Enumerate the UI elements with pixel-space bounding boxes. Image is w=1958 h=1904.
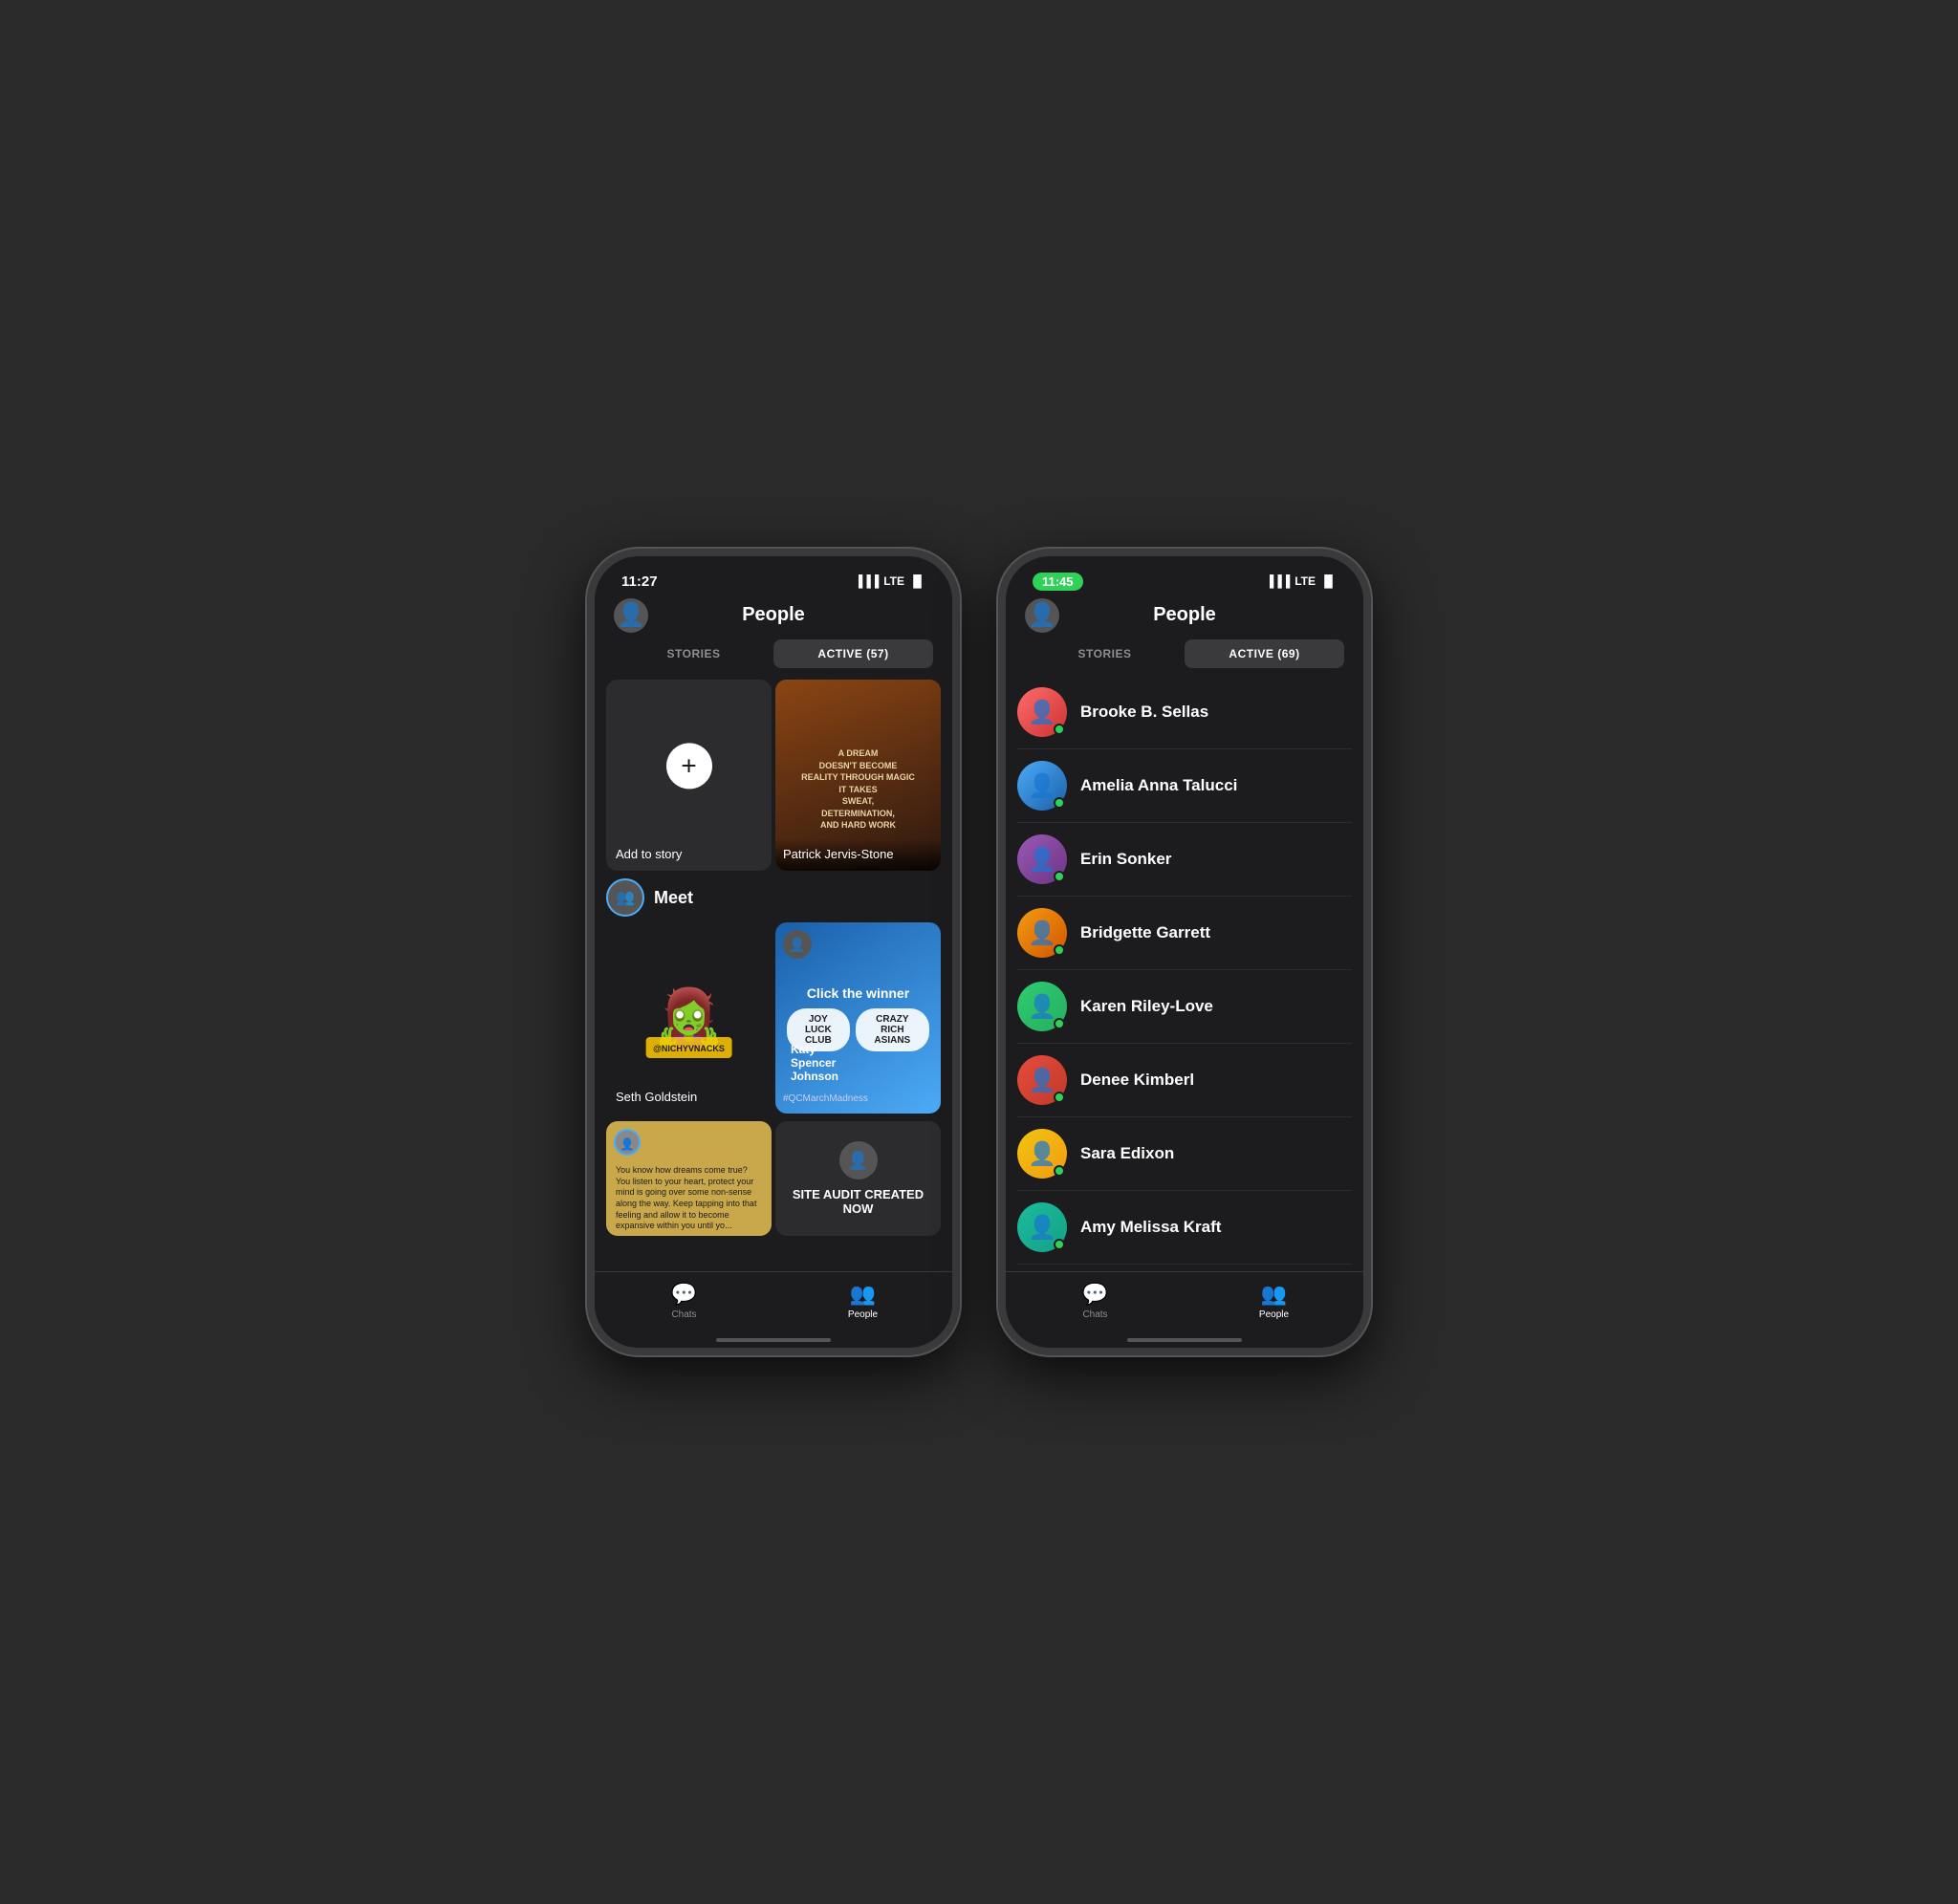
meet-section: 👥 Meet 🧟‍♀️ @NICHYVNACKS Seth Goldstein (595, 875, 952, 1117)
tab-stories-2[interactable]: STORIES (1025, 639, 1185, 668)
network-label-1: LTE (883, 574, 904, 588)
tab-active-1[interactable]: ACTIVE (57) (773, 639, 933, 668)
network-label-2: LTE (1294, 574, 1316, 588)
list-item[interactable]: 👤 Denee Kimberl (1017, 1044, 1352, 1117)
online-indicator (1054, 871, 1065, 882)
meet-avatar: 👥 (606, 878, 644, 917)
add-story-card[interactable]: + Add to story (606, 680, 772, 871)
quote-card[interactable]: 👤 You know how dreams come true? You lis… (606, 1121, 772, 1236)
avatar-wrap: 👤 (1017, 1129, 1067, 1179)
phone-2: 11:45 ▐▐▐ LTE ▐▌ 👤 People STORIES ACTIVE… (998, 549, 1371, 1355)
online-indicator (1054, 1018, 1065, 1029)
home-indicator-1 (716, 1338, 831, 1342)
list-item[interactable]: 👤 Bridgette Garrett (1017, 897, 1352, 970)
list-item[interactable]: 👤 Sara Edixon (1017, 1117, 1352, 1191)
list-item[interactable]: 👤 Karen Riley-Love (1017, 970, 1352, 1044)
audit-card[interactable]: 👤 SITE AUDIT CREATED NOW (775, 1121, 941, 1236)
quote-text: You know how dreams come true? You liste… (616, 1165, 762, 1232)
tab-stories-1[interactable]: STORIES (614, 639, 773, 668)
battery-icon-2: ▐▌ (1320, 574, 1337, 588)
tab-people-nav-1[interactable]: 👥 People (773, 1282, 952, 1320)
status-icons-1: ▐▐▐ LTE ▐▌ (855, 574, 925, 588)
notch-1 (702, 556, 845, 583)
poll-card[interactable]: 👤 Click the winner JOY LUCK CLUB CRAZY R… (775, 922, 941, 1114)
poll-sublabel: #QCMarchMadness (783, 1093, 868, 1104)
page-title-2: People (1153, 604, 1216, 626)
status-icons-2: ▐▐▐ LTE ▐▌ (1266, 574, 1337, 588)
tab-chats-nav-2[interactable]: 💬 Chats (1006, 1282, 1185, 1320)
story-person-label: Patrick Jervis-Stone (783, 847, 894, 861)
story-card-person[interactable]: 👤 A DREAMDOESN'T BECOMEREALITY THROUGH M… (775, 680, 941, 871)
people-label-1: People (848, 1309, 878, 1320)
contact-name: Amy Melissa Kraft (1080, 1218, 1221, 1237)
people-label-2: People (1259, 1309, 1289, 1320)
time-2: 11:45 (1033, 573, 1083, 591)
avatar-wrap: 👤 (1017, 834, 1067, 884)
poll-title: Click the winner (807, 985, 909, 1001)
bottom-nav-1: 💬 Chats 👥 People (595, 1271, 952, 1348)
online-indicator (1054, 1165, 1065, 1177)
avatar-wrap: 👤 (1017, 982, 1067, 1031)
home-indicator-2 (1127, 1338, 1242, 1342)
contact-name: Denee Kimberl (1080, 1071, 1194, 1090)
contact-name: Amelia Anna Talucci (1080, 776, 1237, 795)
user-avatar-2[interactable]: 👤 (1025, 598, 1059, 633)
avatar-wrap: 👤 (1017, 687, 1067, 737)
scroll-area-1[interactable]: + Add to story 👤 A DREAMDOESN'T BECOMERE… (595, 676, 952, 1278)
chat-icon-2: 💬 (1082, 1282, 1108, 1307)
tab-chats-nav-1[interactable]: 💬 Chats (595, 1282, 773, 1320)
battery-icon-1: ▐▌ (909, 574, 925, 588)
contact-name: Sara Edixon (1080, 1144, 1174, 1163)
contact-name: Karen Riley-Love (1080, 997, 1213, 1016)
meet-title: Meet (654, 888, 693, 908)
lower-cards: 👤 You know how dreams come true? You lis… (595, 1117, 952, 1240)
list-item[interactable]: 👤 Amy Melissa Kraft (1017, 1191, 1352, 1265)
username-label: @NICHYVNACKS (653, 1044, 725, 1053)
contact-name: Brooke B. Sellas (1080, 703, 1208, 722)
list-item[interactable]: 👤 Brooke B. Sellas (1017, 676, 1352, 749)
stories-grid-1: + Add to story 👤 A DREAMDOESN'T BECOMERE… (595, 676, 952, 875)
audit-label: SITE AUDIT CREATED NOW (785, 1187, 931, 1216)
segment-control-2: STORIES ACTIVE (69) (1025, 639, 1344, 668)
notch-2 (1113, 556, 1256, 583)
tab-active-2[interactable]: ACTIVE (69) (1185, 639, 1344, 668)
nav-header-2: 👤 People (1006, 598, 1363, 632)
bottom-nav-2: 💬 Chats 👥 People (1006, 1271, 1363, 1348)
avatar-wrap: 👤 (1017, 761, 1067, 811)
tab-people-nav-2[interactable]: 👥 People (1185, 1282, 1363, 1320)
online-indicator (1054, 797, 1065, 809)
contact-name: Bridgette Garrett (1080, 923, 1210, 942)
online-indicator (1054, 1092, 1065, 1103)
chats-label-1: Chats (671, 1309, 696, 1320)
time-1: 11:27 (621, 573, 658, 590)
active-list[interactable]: 👤 Brooke B. Sellas 👤 Amelia Anna Talucci… (1006, 676, 1363, 1307)
add-icon: + (666, 743, 712, 789)
list-item[interactable]: 👤 Erin Sonker (1017, 823, 1352, 897)
avatar-wrap: 👤 (1017, 908, 1067, 958)
online-indicator (1054, 944, 1065, 956)
user-avatar-1[interactable]: 👤 (614, 598, 648, 633)
people-icon-2: 👥 (1261, 1282, 1287, 1307)
signal-icon-1: ▐▐▐ (855, 574, 880, 588)
chats-label-2: Chats (1082, 1309, 1107, 1320)
poll-person-label: Katy Spencer Johnson (791, 1043, 838, 1083)
nav-header-1: 👤 People (595, 598, 952, 632)
bitmoji-card[interactable]: 🧟‍♀️ @NICHYVNACKS Seth Goldstein (606, 922, 772, 1114)
online-indicator (1054, 724, 1065, 735)
page-title-1: People (742, 604, 805, 626)
meet-cards: 🧟‍♀️ @NICHYVNACKS Seth Goldstein 👤 Click… (606, 922, 941, 1114)
list-item[interactable]: 👤 Amelia Anna Talucci (1017, 749, 1352, 823)
option-2[interactable]: CRAZY RICH ASIANS (856, 1008, 929, 1051)
segment-control-1: STORIES ACTIVE (57) (614, 639, 933, 668)
phone-1: 11:27 ▐▐▐ LTE ▐▌ 👤 People STORIES ACTIVE… (587, 549, 960, 1355)
contact-name: Erin Sonker (1080, 850, 1171, 869)
meet-header: 👥 Meet (606, 878, 941, 917)
online-indicator (1054, 1239, 1065, 1250)
chat-icon-1: 💬 (671, 1282, 697, 1307)
avatar-wrap: 👤 (1017, 1202, 1067, 1252)
add-story-label: Add to story (616, 847, 762, 861)
people-icon-1: 👥 (850, 1282, 876, 1307)
signal-icon-2: ▐▐▐ (1266, 574, 1291, 588)
avatar-wrap: 👤 (1017, 1055, 1067, 1105)
